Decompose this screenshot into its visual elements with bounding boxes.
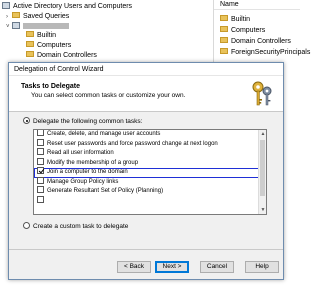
folder-icon [220,26,228,33]
cancel-button[interactable]: Cancel [200,261,234,273]
checkbox[interactable] [37,176,44,184]
tree-item-builtin[interactable]: Builtin [20,31,56,40]
tree-item-domain-controllers[interactable]: Domain Controllers [20,51,97,60]
checkbox[interactable] [37,157,44,165]
task-item[interactable]: Create, delete, and manage user accounts [34,130,266,140]
task-item[interactable]: Manage Group Policy links [34,176,266,188]
header-subtitle: You can select common tasks or customize… [31,92,186,99]
task-item[interactable]: Generate Resultant Set of Policy (Planni… [34,186,266,197]
folder-icon [26,51,34,58]
delegation-wizard-dialog: Delegation of Control Wizard Tasks to De… [8,62,284,280]
scroll-up-icon[interactable]: ▲ [259,130,266,138]
tree-item-domain[interactable]: ˅ [6,21,69,31]
checkbox[interactable] [37,148,44,155]
radio-custom-task[interactable]: Create a custom task to delegate [23,222,128,230]
next-button[interactable]: Next > [155,261,189,273]
dialog-title: Delegation of Control Wizard [9,63,283,76]
task-item-join-computer[interactable]: Join a computer to the domain [34,167,266,178]
header-title: Tasks to Delegate [21,83,81,90]
domain-icon [12,21,20,29]
folder-icon [220,48,228,55]
column-header-name[interactable]: Name [214,0,300,10]
vertical-scrollbar[interactable]: ▲ ▼ [258,130,266,214]
details-item-computers[interactable]: Computers [220,26,265,35]
tree-item-saved-queries[interactable]: › Saved Queries [6,12,69,21]
tree-root[interactable]: Active Directory Users and Computers [2,1,132,11]
details-item-builtin[interactable]: Builtin [220,15,250,24]
task-item[interactable] [34,195,266,207]
task-item[interactable]: Reset user passwords and force password … [34,138,266,150]
footer-divider [9,249,283,250]
ad-console-icon [2,1,10,9]
details-item-foreign-security-principals[interactable]: ForeignSecurityPrincipals [220,48,310,57]
keys-icon [252,81,272,106]
checkbox[interactable] [37,186,44,193]
radio-selected-icon[interactable] [23,117,30,124]
checkbox-checked[interactable] [37,167,44,174]
scroll-thumb[interactable] [260,140,265,196]
task-item[interactable]: Modify the membership of a group [34,157,266,169]
folder-icon [220,37,228,44]
folder-icon [220,15,228,22]
scroll-down-icon[interactable]: ▼ [259,206,266,214]
redacted-domain-name [23,23,69,30]
folder-icon [12,12,20,19]
task-item[interactable]: Read all user information [34,148,266,159]
radio-unselected-icon[interactable] [23,222,30,229]
folder-icon [26,41,34,48]
wizard-header: Tasks to Delegate You can select common … [9,76,283,112]
details-item-domain-controllers[interactable]: Domain Controllers [220,37,291,46]
checkbox[interactable] [37,195,44,203]
folder-icon [26,31,34,38]
back-button[interactable]: < Back [117,261,151,273]
checkbox[interactable] [37,138,44,146]
common-tasks-list[interactable]: Create, delete, and manage user accounts… [33,129,267,215]
help-button[interactable]: Help [245,261,279,273]
checkbox[interactable] [37,130,44,136]
console-tree: Active Directory Users and Computers › Sa… [0,0,212,64]
radio-common-tasks[interactable]: Delegate the following common tasks: [23,117,142,125]
tree-item-computers[interactable]: Computers [20,41,71,50]
